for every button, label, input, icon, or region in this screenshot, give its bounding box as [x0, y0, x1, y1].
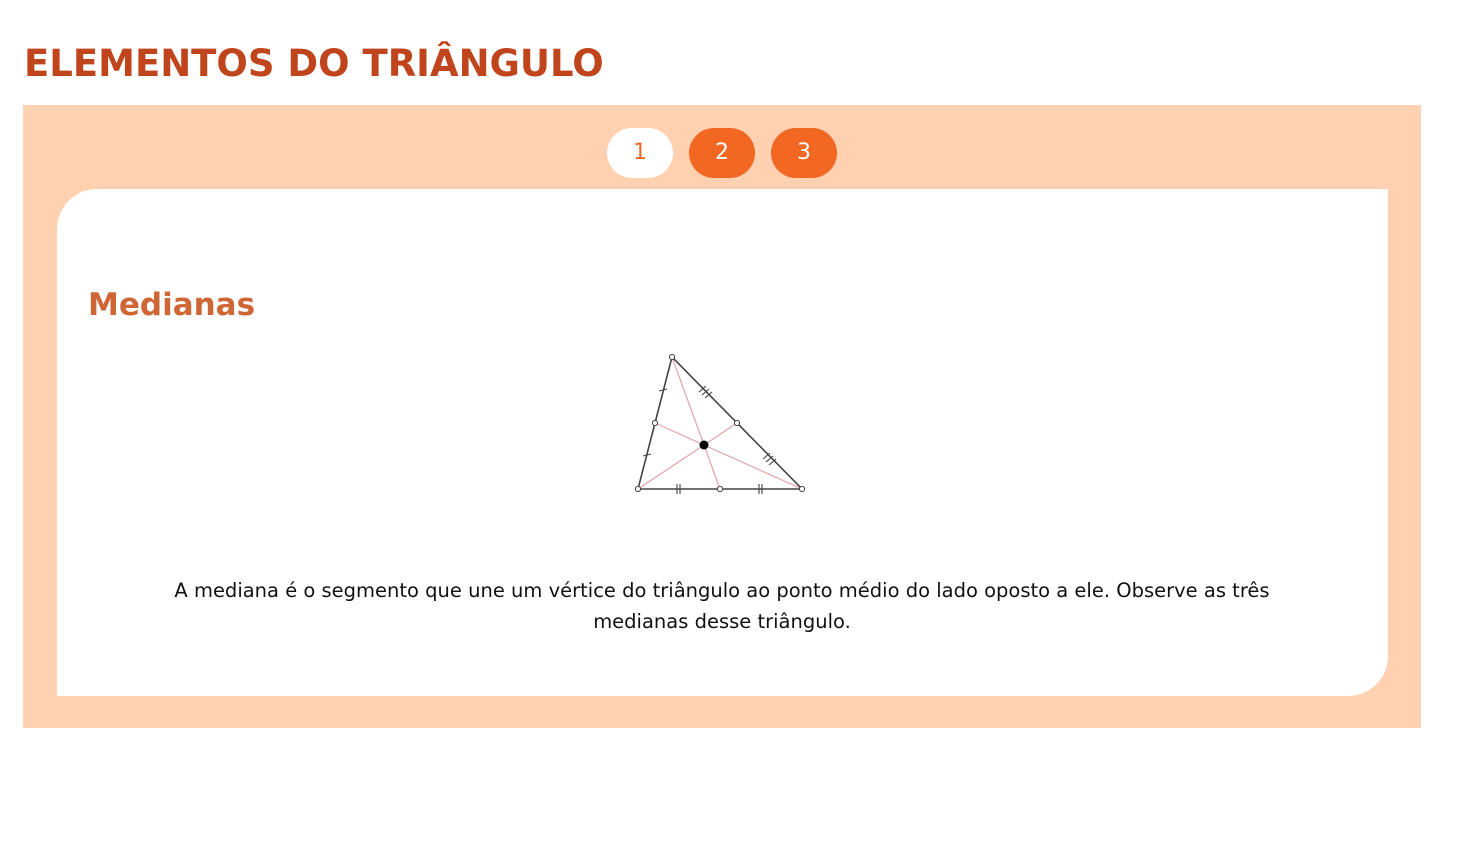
median-lines — [637, 356, 803, 490]
tick-marks — [642, 385, 777, 494]
centroid-point — [699, 440, 709, 450]
page-title: ELEMENTOS DO TRIÂNGULO — [24, 42, 604, 85]
slide-card: Medianas A mediana é o segmento que une … — [57, 189, 1388, 696]
content-panel: 1 2 3 Medianas A mediana é o segmento qu… — [23, 105, 1421, 728]
triangle-points — [634, 353, 806, 493]
description-text: A mediana é o segmento que une um vértic… — [174, 579, 1270, 633]
page-button-3[interactable]: 3 — [771, 128, 837, 178]
triangle-medians-figure — [622, 349, 822, 509]
pagination: 1 2 3 — [23, 128, 1421, 178]
page-button-2[interactable]: 2 — [689, 128, 755, 178]
triangle-sides — [636, 355, 804, 490]
section-heading: Medianas — [88, 287, 256, 323]
triangle-medians-icon — [634, 353, 806, 494]
page-button-1[interactable]: 1 — [607, 128, 673, 178]
